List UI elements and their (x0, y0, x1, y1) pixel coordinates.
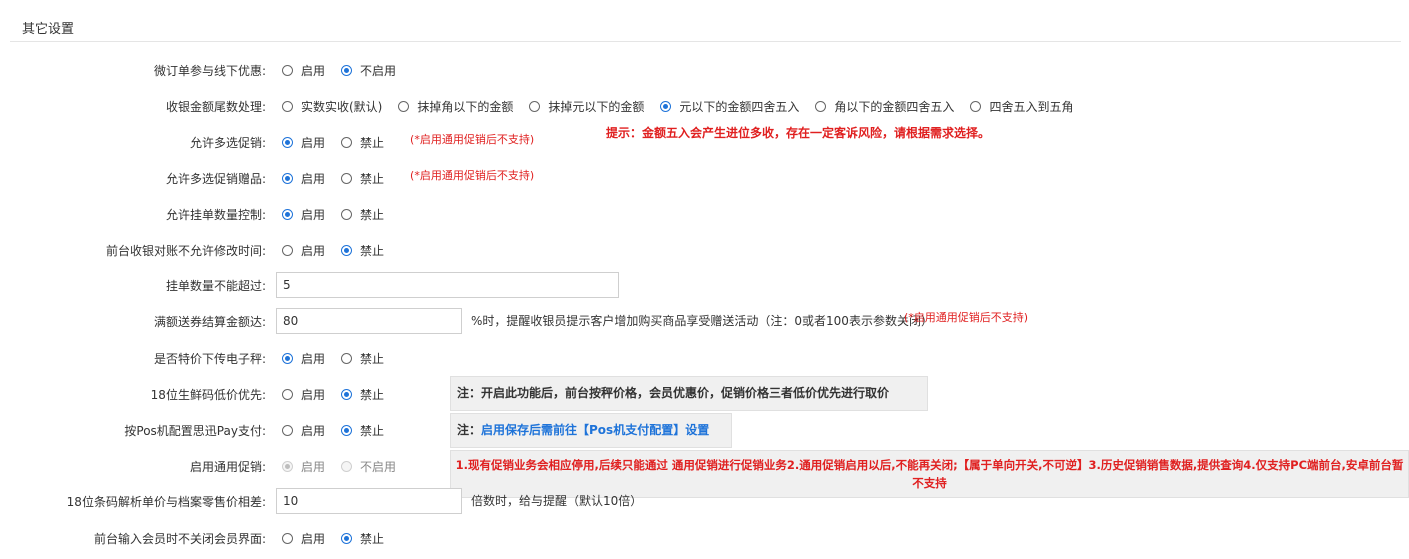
label-coupon-threshold: 满额送券结算金额达: (153, 314, 266, 329)
label-scale-special: 是否特价下传电子秤: (153, 351, 266, 366)
radio-scale-enable[interactable]: 启用 (282, 350, 325, 367)
radio-fresh-disable[interactable]: 禁止 (341, 386, 384, 403)
radio-rounding-drop-yuan[interactable]: 抹掉元以下的金额 (529, 98, 644, 115)
pos-pay-note: 注：启用保存后需前往【Pos机支付配置】设置 (450, 413, 732, 448)
label-hold-max: 挂单数量不能超过: (165, 278, 266, 293)
pos-pay-config-link[interactable]: 启用保存后需前往【Pos机支付配置】设置 (481, 423, 709, 437)
row-reconcile-time: 前台收银对账不允许修改时间: 启用 禁止 (0, 239, 400, 261)
section-title: 其它设置 (22, 22, 75, 37)
row-pos-pay: 按Pos机配置思迅Pay支付: 启用 禁止 (0, 419, 400, 441)
label-fresh-low-price: 18位生鲜码低价优先: (150, 387, 266, 402)
radio-multi-gift-disable[interactable]: 禁止 (341, 170, 384, 187)
row-rounding: 收银金额尾数处理: 实数实收(默认) 抹掉角以下的金额 抹掉元以下的金额 元以下… (0, 95, 1089, 117)
radio-general-promo-enable[interactable]: 启用 (282, 458, 325, 475)
label-pos-pay: 按Pos机配置思迅Pay支付: (124, 423, 266, 438)
radio-rounding-yuan-round[interactable]: 元以下的金额四舍五入 (660, 98, 799, 115)
label-general-promo: 启用通用促销: (189, 459, 266, 474)
section-divider (10, 41, 1401, 42)
multi-gift-note: (*启用通用促销后不支持) (410, 169, 535, 182)
radio-scale-disable[interactable]: 禁止 (341, 350, 384, 367)
radio-reconcile-disable[interactable]: 禁止 (341, 242, 384, 259)
row-multi-promo: 允许多选促销: 启用 禁止 (*启用通用促销后不支持) (0, 131, 534, 153)
label-wechat-order-discount: 微订单参与线下优惠: (153, 63, 266, 78)
radio-multi-gift-enable[interactable]: 启用 (282, 170, 325, 187)
radio-fresh-enable[interactable]: 启用 (282, 386, 325, 403)
hold-max-input[interactable] (276, 272, 619, 298)
label-rounding: 收银金额尾数处理: (165, 99, 266, 114)
row-multi-gift: 允许多选促销赠品: 启用 禁止 (*启用通用促销后不支持) (0, 167, 534, 189)
radio-rounding-jiao-round[interactable]: 角以下的金额四舍五入 (815, 98, 954, 115)
radio-reconcile-enable[interactable]: 启用 (282, 242, 325, 259)
radio-wechat-enable[interactable]: 启用 (282, 62, 325, 79)
row-coupon-threshold: 满额送券结算金额达: (0, 310, 266, 332)
multi-promo-note: (*启用通用促销后不支持) (410, 133, 535, 146)
row-hold-max: 挂单数量不能超过: (0, 274, 266, 296)
rounding-hint: 提示：金额五入会产生进位多收，存在一定客诉风险，请根据需求选择。 (606, 126, 991, 140)
row-fresh-low-price: 18位生鲜码低价优先: 启用 禁止 (0, 383, 400, 405)
row-general-promo: 启用通用促销: 启用 不启用 (0, 455, 412, 477)
row-scale-special: 是否特价下传电子秤: 启用 禁止 (0, 347, 400, 369)
label-barcode-price-diff: 18位条码解析单价与档案零售价相差: (66, 494, 266, 509)
label-reconcile-time: 前台收银对账不允许修改时间: (105, 243, 266, 258)
radio-multi-promo-enable[interactable]: 启用 (282, 134, 325, 151)
row-wechat-order-discount: 微订单参与线下优惠: 启用 不启用 (0, 59, 412, 81)
radio-pos-pay-disable[interactable]: 禁止 (341, 422, 384, 439)
label-hold-order-limit: 允许挂单数量控制: (165, 207, 266, 222)
row-hold-order-limit: 允许挂单数量控制: 启用 禁止 (0, 203, 400, 225)
radio-multi-promo-disable[interactable]: 禁止 (341, 134, 384, 151)
radio-pos-pay-enable[interactable]: 启用 (282, 422, 325, 439)
coupon-threshold-input[interactable] (276, 308, 462, 334)
fresh-low-price-note: 注：开启此功能后，前台按秤价格，会员优惠价，促销价格三者低价优先进行取价 (450, 376, 928, 411)
coupon-threshold-suffix: %时，提醒收银员提示客户增加购买商品享受赠送活动（注：0或者100表示参数关闭） (471, 314, 933, 328)
coupon-threshold-note: (*启用通用促销后不支持) (904, 311, 1029, 324)
radio-member-enable[interactable]: 启用 (282, 530, 325, 547)
radio-rounding-actual[interactable]: 实数实收(默认) (282, 98, 382, 115)
radio-hold-limit-enable[interactable]: 启用 (282, 206, 325, 223)
barcode-price-diff-input[interactable] (276, 488, 462, 514)
general-promo-note: 1.现有促销业务会相应停用,后续只能通过 通用促销进行促销业务2.通用促销启用以… (450, 450, 1409, 498)
row-member-keep-open: 前台输入会员时不关闭会员界面: 启用 禁止 (0, 527, 400, 549)
radio-rounding-drop-jiao[interactable]: 抹掉角以下的金额 (398, 98, 513, 115)
barcode-price-diff-suffix: 倍数时，给与提醒（默认10倍） (471, 494, 643, 508)
radio-member-disable[interactable]: 禁止 (341, 530, 384, 547)
radio-hold-limit-disable[interactable]: 禁止 (341, 206, 384, 223)
label-member-keep-open: 前台输入会员时不关闭会员界面: (93, 531, 266, 546)
radio-rounding-half-yuan[interactable]: 四舍五入到五角 (970, 98, 1073, 115)
row-barcode-price-diff: 18位条码解析单价与档案零售价相差: (0, 490, 266, 512)
label-multi-gift: 允许多选促销赠品: (165, 171, 266, 186)
radio-wechat-disable[interactable]: 不启用 (341, 62, 396, 79)
label-multi-promo: 允许多选促销: (189, 135, 266, 150)
radio-general-promo-disable[interactable]: 不启用 (341, 458, 396, 475)
